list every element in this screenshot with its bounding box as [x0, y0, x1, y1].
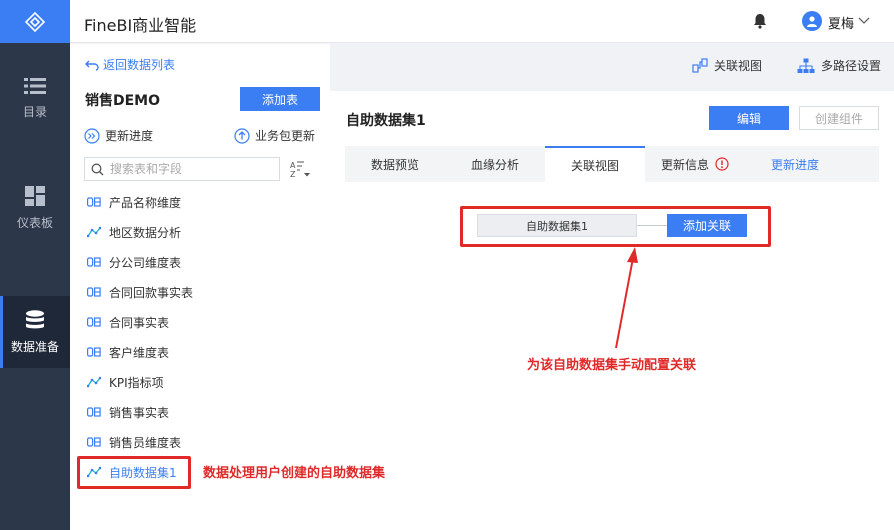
annotation-arrow: [615, 247, 638, 349]
